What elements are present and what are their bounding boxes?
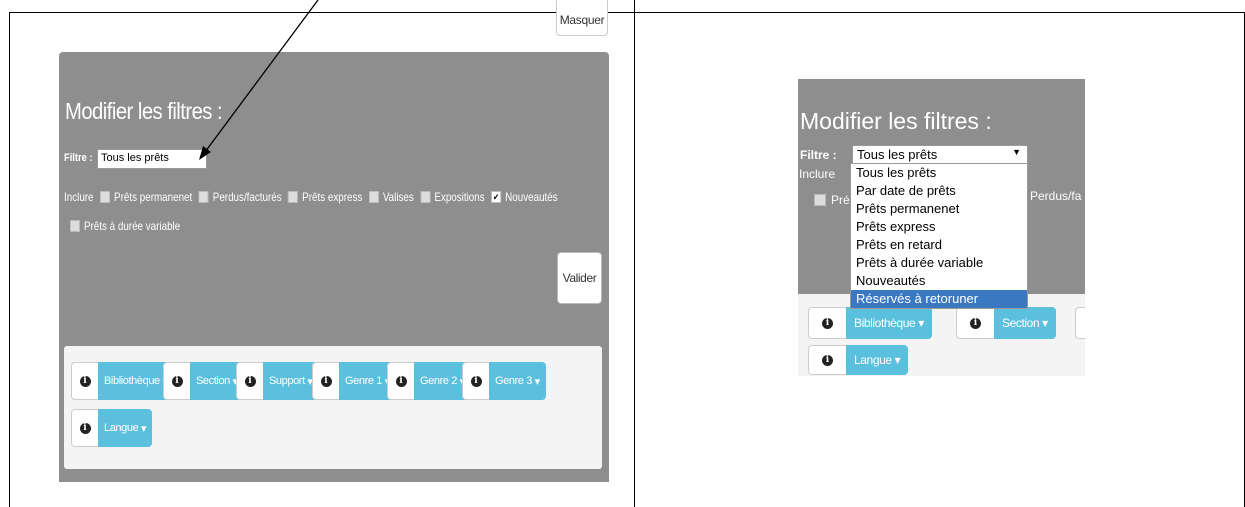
- facet-genre-1: i Genre 1 ▾: [312, 362, 396, 400]
- info-circle-icon[interactable]: i: [236, 362, 263, 400]
- checkbox-label: Valises: [382, 190, 414, 204]
- checkbox-prets-express[interactable]: [288, 191, 299, 203]
- checkbox-label: Expositions: [434, 190, 485, 204]
- facet-button[interactable]: Langue ▾: [98, 409, 153, 447]
- facet-button[interactable]: Langue ▾: [846, 345, 909, 375]
- inclure-label-zoomed: Inclure: [799, 167, 836, 181]
- checkbox-prets-duree-variable[interactable]: [70, 220, 80, 232]
- dropdown-option[interactable]: Prêts en retard: [851, 236, 1027, 254]
- checkbox-label: Prêts à durée variable: [83, 219, 181, 233]
- info-circle-icon[interactable]: i: [808, 345, 846, 375]
- checkbox-perdus-factures[interactable]: [198, 191, 209, 203]
- facet-bibliotheque-zoomed: i Bibliothèque ▾: [808, 307, 932, 339]
- info-circle-icon[interactable]: i: [808, 307, 846, 339]
- frame-top-line: [9, 12, 1245, 13]
- frame-middle-line: [634, 0, 635, 507]
- info-circle-icon[interactable]: i: [71, 409, 98, 447]
- frame-left-line: [9, 12, 10, 507]
- facet-button[interactable]: Support ▾: [263, 362, 319, 400]
- dropdown-option[interactable]: Prêts express: [851, 218, 1027, 236]
- perdus-label-partial: Perdus/fa: [1030, 189, 1082, 203]
- facet-genre-2: i Genre 2 ▾: [387, 362, 471, 400]
- checkbox-label: Prêts permanenet: [114, 190, 193, 204]
- info-circle-icon[interactable]: i: [163, 362, 190, 400]
- dropdown-option[interactable]: Par date de prêts: [851, 182, 1027, 200]
- dropdown-option-selected[interactable]: Réservés à retoruner: [851, 290, 1027, 308]
- info-circle-icon[interactable]: i: [956, 307, 994, 339]
- masquer-button[interactable]: Masquer: [556, 0, 608, 36]
- filtre-input[interactable]: Tous les prêts: [97, 149, 207, 169]
- info-circle-icon[interactable]: i: [387, 362, 414, 400]
- facet-support: i Support ▾: [236, 362, 319, 400]
- facet-langue: i Langue ▾: [71, 409, 153, 447]
- dropdown-option[interactable]: Prêts à durée variable: [851, 254, 1027, 272]
- checkbox-label: Pré: [831, 193, 850, 207]
- facet-partial-zoomed[interactable]: [1075, 307, 1085, 339]
- filtre-select-value: Tous les prêts: [857, 147, 938, 162]
- info-circle-icon[interactable]: i: [462, 362, 489, 400]
- info-circle-icon[interactable]: i: [71, 362, 98, 400]
- filtre-label: Filtre :: [64, 152, 93, 164]
- facet-section: i Section ▾: [163, 362, 244, 400]
- checkbox-label: Perdus/facturés: [212, 190, 282, 204]
- checkbox-label: Nouveautés: [505, 190, 558, 204]
- dropdown-option[interactable]: Nouveautés: [851, 272, 1027, 290]
- include-options-row: Inclure Prêts permanenet Perdus/facturés…: [64, 190, 558, 204]
- filters-title-zoomed: Modifier les filtres :: [800, 108, 992, 134]
- checkbox-prets-permanenet[interactable]: [100, 191, 110, 203]
- dropdown-option[interactable]: Tous les prêts: [851, 164, 1027, 182]
- dropdown-option[interactable]: Prêts permanenet: [851, 200, 1027, 218]
- checkbox-expositions[interactable]: [420, 191, 431, 203]
- checkbox-valises[interactable]: [368, 191, 379, 203]
- checkbox-label: Prêts express: [302, 190, 363, 204]
- facet-langue-zoomed: i Langue ▾: [808, 345, 909, 375]
- pre-label-partial: Pré: [814, 193, 850, 207]
- filtre-dropdown-list[interactable]: Tous les prêts Par date de prêts Prêts p…: [850, 163, 1028, 309]
- filters-title: Modifier les filtres :: [65, 98, 223, 124]
- checkbox-zoomed[interactable]: [814, 194, 826, 206]
- facet-genre-3: i Genre 3 ▾: [462, 362, 546, 400]
- facet-button[interactable]: Section ▾: [994, 307, 1056, 339]
- info-circle-icon[interactable]: i: [312, 362, 339, 400]
- checkbox-nouveautes[interactable]: ✔: [491, 191, 502, 203]
- facet-section-zoomed: i Section ▾: [956, 307, 1056, 339]
- inclure-label: Inclure: [64, 190, 94, 204]
- facet-button[interactable]: Bibliothèque ▾: [846, 307, 932, 339]
- include-options-row-2: Prêts à durée variable: [70, 219, 180, 233]
- facet-button[interactable]: Genre 3 ▾: [489, 362, 546, 400]
- valider-button[interactable]: Valider: [557, 252, 602, 304]
- filtre-label-zoomed: Filtre :: [800, 148, 837, 162]
- facet-bibliotheque: i Bibliothèque ▾: [71, 362, 174, 400]
- filtre-select[interactable]: Tous les prêts ▼: [852, 145, 1028, 164]
- caret-down-icon: ▼: [1012, 147, 1021, 157]
